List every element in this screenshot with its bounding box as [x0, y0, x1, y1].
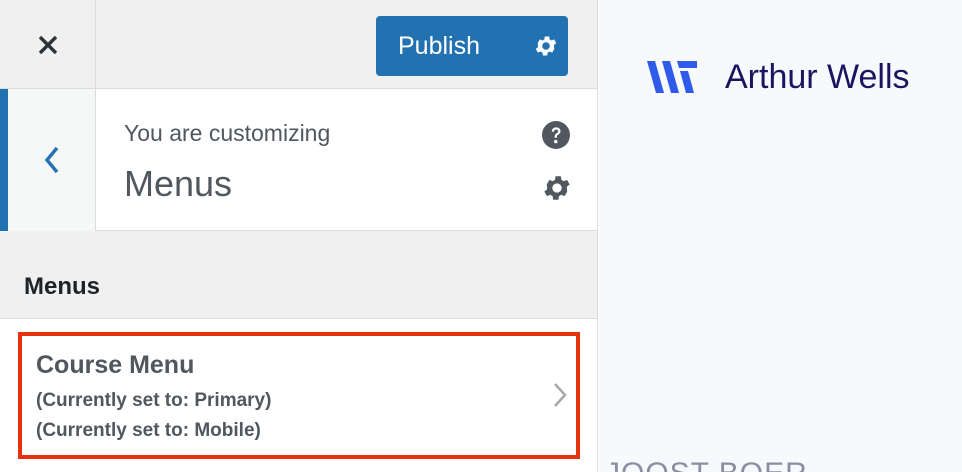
section-title: Menus — [24, 273, 101, 300]
customizer-header: Publish — [0, 0, 597, 89]
back-button[interactable] — [0, 89, 96, 231]
context-subtitle: You are customizing — [124, 120, 331, 146]
gear-icon — [535, 36, 556, 56]
menu-item-location: (Currently set to: Primary) — [36, 390, 272, 411]
close-button[interactable] — [0, 0, 96, 89]
customizer-panel: Publish You are customizing Menus Menus … — [0, 0, 598, 472]
customizer-context: You are customizing Menus — [0, 89, 597, 231]
publish-label: Publish — [398, 32, 480, 60]
menu-list: Course Menu (Currently set to: Primary) … — [0, 318, 597, 472]
help-icon[interactable] — [541, 120, 571, 150]
site-title[interactable]: Arthur Wells — [725, 56, 910, 98]
context-title: Menus — [124, 163, 233, 204]
site-preview: Arthur Wells JOOST BOER — [599, 0, 962, 472]
preview-heading-clipped: JOOST BOER — [605, 458, 808, 472]
chevron-right-icon — [554, 383, 567, 407]
gear-icon[interactable] — [541, 172, 573, 204]
publish-settings-button[interactable] — [523, 16, 568, 76]
chevron-left-icon — [44, 146, 58, 174]
close-icon — [38, 35, 57, 54]
arthur-wells-logo — [647, 61, 697, 93]
menu-item-course-menu[interactable]: Course Menu (Currently set to: Primary) … — [18, 332, 580, 459]
publish-button[interactable]: Publish — [376, 16, 568, 76]
menu-item-location: (Currently set to: Mobile) — [36, 420, 261, 441]
menu-item-title: Course Menu — [36, 351, 195, 379]
